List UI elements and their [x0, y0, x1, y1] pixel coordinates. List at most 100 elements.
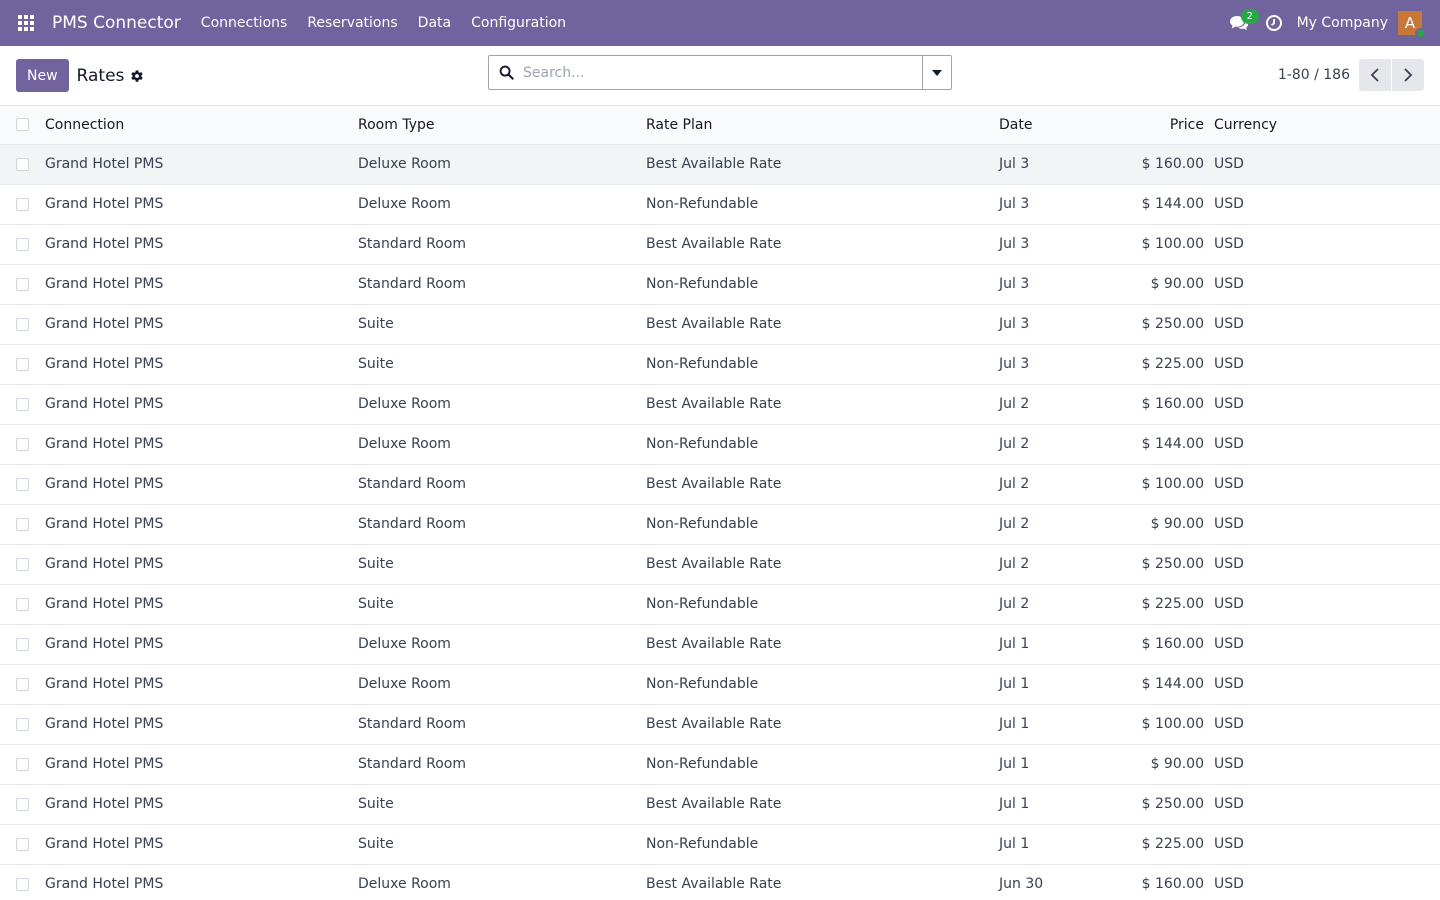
connection-cell: Grand Hotel PMS	[45, 876, 164, 892]
currency-cell: USD	[1214, 796, 1244, 812]
row-checkbox[interactable]	[16, 237, 29, 251]
menu-item-configuration[interactable]: Configuration	[461, 0, 576, 46]
room-type-cell: Deluxe Room	[358, 156, 451, 172]
menu-item-connections[interactable]: Connections	[191, 0, 298, 46]
company-switcher[interactable]: My Company	[1291, 15, 1398, 31]
menu-item-data[interactable]: Data	[408, 0, 461, 46]
row-checkbox[interactable]	[16, 397, 29, 411]
date-cell: Jul 1	[999, 836, 1030, 852]
activities-button[interactable]	[1257, 0, 1291, 46]
gear-icon[interactable]	[130, 69, 144, 83]
date-cell: Jul 3	[999, 356, 1030, 372]
app-brand[interactable]: PMS Connector	[52, 13, 181, 33]
connection-cell: Grand Hotel PMS	[45, 516, 164, 532]
table-row[interactable]: Grand Hotel PMS Standard Room Best Availab…	[0, 704, 1440, 744]
date-cell: Jul 2	[999, 396, 1030, 412]
table-row[interactable]: Grand Hotel PMS Standard Room Non-Refundab…	[0, 744, 1440, 784]
select-all-checkbox[interactable]	[16, 118, 29, 132]
date-cell: Jul 3	[999, 316, 1030, 332]
price-cell: $ 90.00	[1150, 756, 1204, 772]
row-checkbox[interactable]	[16, 277, 29, 291]
date-cell: Jul 1	[999, 796, 1030, 812]
connection-cell: Grand Hotel PMS	[45, 596, 164, 612]
connection-cell: Grand Hotel PMS	[45, 276, 164, 292]
room-type-cell: Deluxe Room	[358, 676, 451, 692]
date-cell: Jul 2	[999, 476, 1030, 492]
row-select-cell	[0, 384, 45, 424]
page-title: Rates	[76, 65, 125, 86]
column-header-date[interactable]: Date	[999, 106, 1094, 144]
connection-cell: Grand Hotel PMS	[45, 836, 164, 852]
row-checkbox[interactable]	[16, 677, 29, 691]
table-row[interactable]: Grand Hotel PMS Deluxe Room Best Available…	[0, 144, 1440, 184]
apps-menu-icon[interactable]	[0, 0, 52, 46]
table-row[interactable]: Grand Hotel PMS Standard Room Best Availab…	[0, 224, 1440, 264]
rate-plan-cell: Non-Refundable	[646, 596, 759, 612]
messages-button[interactable]: 2	[1221, 0, 1259, 46]
new-button[interactable]: New	[16, 59, 69, 92]
column-header-room-type[interactable]: Room Type	[358, 106, 646, 144]
row-checkbox[interactable]	[16, 477, 29, 491]
table-row[interactable]: Grand Hotel PMS Suite Non-Refundable Jul 1 $…	[0, 824, 1440, 864]
row-checkbox[interactable]	[16, 597, 29, 611]
column-header-currency[interactable]: Currency	[1214, 106, 1440, 144]
currency-cell: USD	[1214, 236, 1244, 252]
menu-item-reservations[interactable]: Reservations	[297, 0, 407, 46]
row-checkbox[interactable]	[16, 637, 29, 651]
row-checkbox[interactable]	[16, 757, 29, 771]
table-row[interactable]: Grand Hotel PMS Standard Room Non-Refundab…	[0, 504, 1440, 544]
row-checkbox[interactable]	[16, 517, 29, 531]
row-select-cell	[0, 704, 45, 744]
room-type-cell: Standard Room	[358, 276, 467, 292]
online-status-indicator	[1415, 28, 1426, 39]
chevron-left-icon	[1370, 68, 1379, 82]
search-input[interactable]	[523, 56, 922, 89]
column-header-price[interactable]: Price	[1094, 106, 1214, 144]
table-row[interactable]: Grand Hotel PMS Deluxe Room Non-Refundable…	[0, 184, 1440, 224]
price-cell: $ 160.00	[1141, 636, 1204, 652]
table-row[interactable]: Grand Hotel PMS Suite Best Available Rate J…	[0, 304, 1440, 344]
row-checkbox[interactable]	[16, 157, 29, 171]
room-type-cell: Standard Room	[358, 716, 467, 732]
row-checkbox[interactable]	[16, 437, 29, 451]
column-header-rate-plan[interactable]: Rate Plan	[646, 106, 999, 144]
currency-cell: USD	[1214, 676, 1244, 692]
connection-cell: Grand Hotel PMS	[45, 796, 164, 812]
row-checkbox[interactable]	[16, 717, 29, 731]
table-row[interactable]: Grand Hotel PMS Deluxe Room Best Available…	[0, 864, 1440, 900]
table-row[interactable]: Grand Hotel PMS Suite Non-Refundable Jul 2 $…	[0, 584, 1440, 624]
row-select-cell	[0, 784, 45, 824]
pager-previous-button[interactable]	[1359, 59, 1391, 91]
table-row[interactable]: Grand Hotel PMS Suite Best Available Rate J…	[0, 784, 1440, 824]
row-checkbox[interactable]	[16, 357, 29, 371]
table-row[interactable]: Grand Hotel PMS Standard Room Non-Refundab…	[0, 264, 1440, 304]
pager: 1-80 / 186	[1278, 59, 1424, 91]
rate-plan-cell: Non-Refundable	[646, 676, 759, 692]
connection-cell: Grand Hotel PMS	[45, 316, 164, 332]
row-select-cell	[0, 144, 45, 184]
search-options-toggle[interactable]	[922, 56, 951, 89]
pager-value[interactable]: 1-80 / 186	[1278, 67, 1350, 83]
price-cell: $ 225.00	[1141, 596, 1204, 612]
table-row[interactable]: Grand Hotel PMS Suite Best Available Rate J…	[0, 544, 1440, 584]
row-checkbox[interactable]	[16, 197, 29, 211]
pager-next-button[interactable]	[1392, 59, 1424, 91]
row-checkbox[interactable]	[16, 317, 29, 331]
column-header-connection[interactable]: Connection	[45, 106, 358, 144]
table-row[interactable]: Grand Hotel PMS Deluxe Room Best Available…	[0, 624, 1440, 664]
row-checkbox[interactable]	[16, 557, 29, 571]
row-select-cell	[0, 744, 45, 784]
row-checkbox[interactable]	[16, 797, 29, 811]
table-row[interactable]: Grand Hotel PMS Deluxe Room Non-Refundable…	[0, 664, 1440, 704]
date-cell: Jun 30	[999, 876, 1044, 892]
user-avatar[interactable]: A	[1398, 11, 1426, 39]
table-row[interactable]: Grand Hotel PMS Deluxe Room Non-Refundable…	[0, 424, 1440, 464]
row-checkbox[interactable]	[16, 837, 29, 851]
row-checkbox[interactable]	[16, 877, 29, 891]
rate-plan-cell: Non-Refundable	[646, 276, 759, 292]
table-row[interactable]: Grand Hotel PMS Suite Non-Refundable Jul 3 $…	[0, 344, 1440, 384]
row-select-cell	[0, 344, 45, 384]
table-row[interactable]: Grand Hotel PMS Standard Room Best Availab…	[0, 464, 1440, 504]
avatar-letter: A	[1404, 14, 1416, 32]
table-row[interactable]: Grand Hotel PMS Deluxe Room Best Available…	[0, 384, 1440, 424]
